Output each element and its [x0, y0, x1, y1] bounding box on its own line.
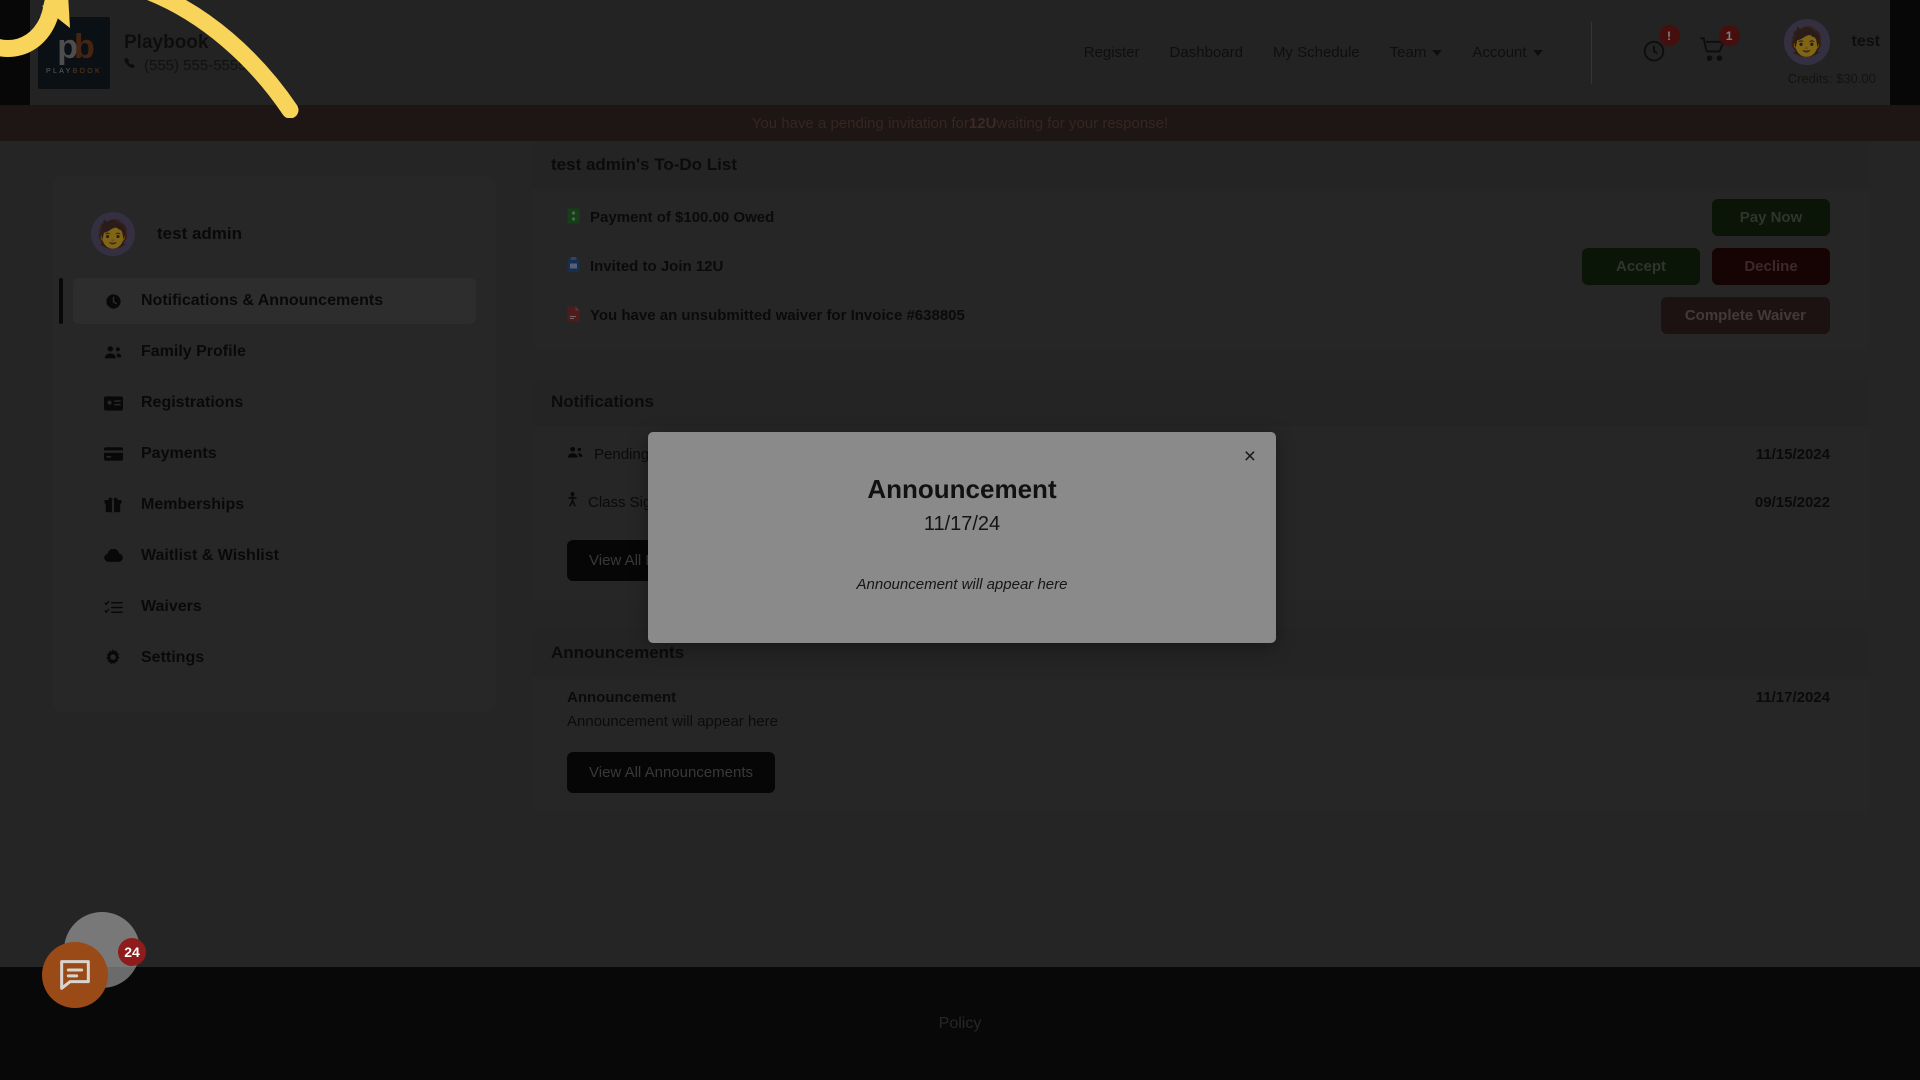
chat-bubble-icon — [60, 960, 90, 990]
chat-launcher-button[interactable]: 24 — [42, 938, 146, 1008]
close-icon[interactable]: × — [1244, 446, 1256, 467]
announcement-modal: × Announcement 11/17/24 Announcement wil… — [648, 432, 1276, 643]
modal-title: Announcement — [867, 474, 1057, 504]
app-root: pb PLAYBOOK Playbook (555) 555-5555 Regi… — [0, 0, 1920, 1080]
chat-widget: 24 — [42, 912, 146, 1008]
modal-body: Announcement will appear here — [856, 576, 1068, 593]
modal-date: 11/17/24 — [923, 513, 1001, 535]
chat-unread-badge: 24 — [118, 938, 146, 966]
